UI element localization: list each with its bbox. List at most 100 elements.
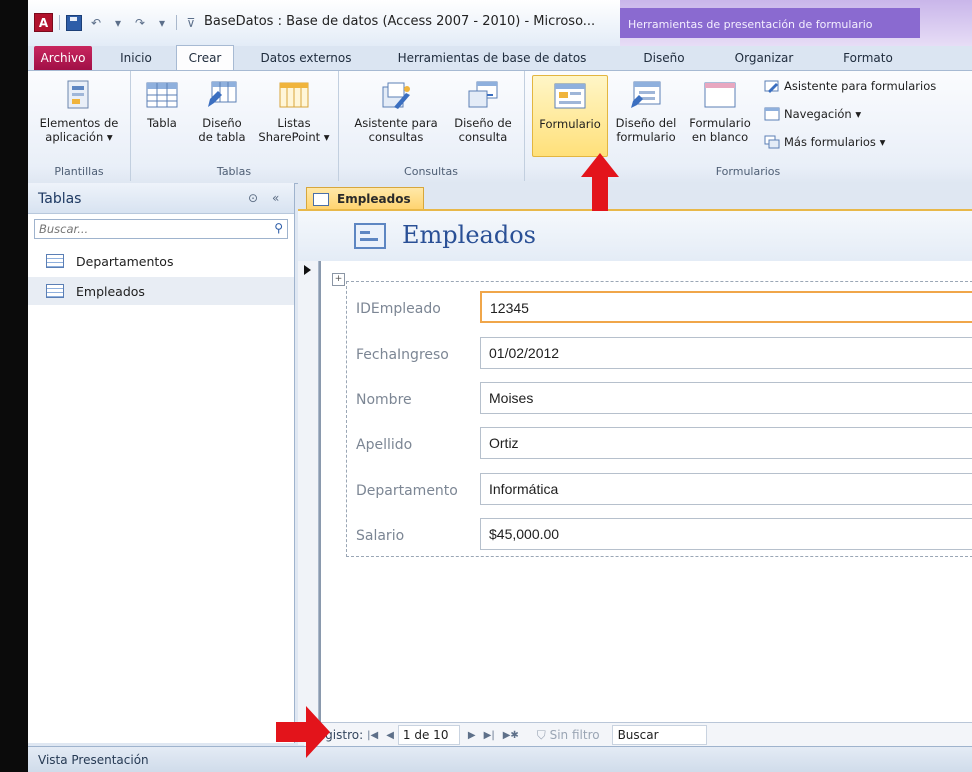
title-bar: A ↶ ▾ ↷ ▾ ⊽ BaseDatos : Base de datos (A… <box>28 0 972 47</box>
blank-form-icon <box>703 79 737 111</box>
tab-datos-externos[interactable]: Datos externos <box>252 46 360 70</box>
window-title: BaseDatos : Base de datos (Access 2007 -… <box>204 14 596 29</box>
collapse-pane-icon[interactable]: « <box>272 191 279 205</box>
form-design-button[interactable]: Diseño del formulario <box>610 75 682 144</box>
tab-herramientas-base-datos[interactable]: Herramientas de base de datos <box>382 46 602 70</box>
last-record-icon[interactable]: ▶| <box>484 730 495 741</box>
form-header: Empleados <box>298 211 972 261</box>
table-icon <box>46 254 64 268</box>
sharepoint-label-1: Listas <box>277 116 311 130</box>
tab-formato[interactable]: Formato <box>834 46 902 70</box>
search-icon[interactable]: ⚲ <box>274 221 283 235</box>
form-design-icon <box>629 79 663 111</box>
more-forms-button[interactable]: Más formularios ▾ <box>764 135 885 149</box>
group-tablas: Tabla Diseño de tabla Listas SharePoint … <box>130 71 339 181</box>
previous-record-icon[interactable]: ◀ <box>386 730 394 741</box>
redo-dropdown-icon[interactable]: ▾ <box>154 15 170 31</box>
field-label-fechaingreso: FechaIngreso <box>356 347 449 363</box>
fechaingreso-input[interactable] <box>481 338 967 368</box>
field-apellido <box>480 427 972 459</box>
sharepoint-lists-button[interactable]: Listas SharePoint ▾ <box>252 75 336 144</box>
red-arrow-right-icon <box>276 706 330 758</box>
tab-archivo[interactable]: Archivo <box>34 46 92 70</box>
status-bar: Vista Presentación <box>28 746 972 772</box>
form-icon <box>553 80 587 112</box>
form-button[interactable]: Formulario <box>532 75 608 157</box>
nombre-input[interactable] <box>481 383 967 413</box>
undo-dropdown-icon[interactable]: ▾ <box>110 15 126 31</box>
undo-icon[interactable]: ↶ <box>88 15 104 31</box>
table-button[interactable]: Tabla <box>138 75 186 130</box>
query-design-label-1: Diseño de <box>454 116 512 130</box>
app-parts-button[interactable]: Elementos de aplicación ▾ <box>32 75 126 144</box>
nav-item-label: Empleados <box>76 283 145 299</box>
app-parts-icon <box>62 79 96 111</box>
departamento-input[interactable] <box>481 474 967 504</box>
nav-item-empleados[interactable]: Empleados <box>28 277 294 305</box>
query-design-button[interactable]: Diseño de consulta <box>446 75 520 144</box>
customize-qat-icon[interactable]: ⊽ <box>183 15 199 31</box>
field-departamento <box>480 473 972 505</box>
field-label-apellido: Apellido <box>356 437 413 453</box>
tab-crear[interactable]: Crear <box>176 45 234 71</box>
document-area: Empleados Empleados + IDEmpleado FechaIn… <box>298 183 972 745</box>
salario-input[interactable] <box>481 519 967 549</box>
record-search-input[interactable]: Buscar <box>611 725 707 745</box>
form-design-label-2: formulario <box>616 130 676 144</box>
nav-menu-dropdown-icon[interactable]: ⊙ <box>248 191 258 205</box>
field-idempleado <box>480 291 972 323</box>
current-record-box[interactable]: 1 de 10 <box>397 725 460 745</box>
field-label-salario: Salario <box>356 528 405 544</box>
layout-move-handle-icon[interactable]: + <box>332 273 345 286</box>
blank-form-label-2: en blanco <box>691 130 749 144</box>
table-icon <box>145 79 179 111</box>
tab-organizar[interactable]: Organizar <box>726 46 802 70</box>
field-fechaingreso <box>480 337 972 369</box>
query-wizard-label-2: consultas <box>368 130 424 144</box>
group-label-tablas: Tablas <box>216 165 252 178</box>
document-tab-empleados[interactable]: Empleados <box>306 187 424 210</box>
record-selector[interactable] <box>298 261 319 745</box>
nav-pane-title: Tablas <box>38 191 82 207</box>
form-icon <box>313 192 329 206</box>
table-design-button[interactable]: Diseño de tabla <box>192 75 252 144</box>
nav-item-departamentos[interactable]: Departamentos <box>28 247 294 275</box>
blank-form-button[interactable]: Formulario en blanco <box>684 75 756 144</box>
next-record-icon[interactable]: ▶ <box>468 730 476 741</box>
first-record-icon[interactable]: |◀ <box>367 730 378 741</box>
navigation-button[interactable]: Navegación ▾ <box>764 107 861 121</box>
table-design-icon <box>205 79 239 111</box>
navigation-icon <box>764 107 780 121</box>
field-label-nombre: Nombre <box>356 392 412 408</box>
form-wizard-label: Asistente para formularios <box>784 79 937 93</box>
new-record-icon[interactable]: ▶✱ <box>503 730 519 741</box>
apellido-input[interactable] <box>481 428 967 458</box>
navigation-label: Navegación ▾ <box>784 107 862 121</box>
ribbon: Elementos de aplicación ▾ Plantillas Tab… <box>28 70 972 184</box>
query-design-icon <box>466 79 500 111</box>
save-icon[interactable] <box>66 14 82 31</box>
nav-search-input[interactable] <box>35 220 263 238</box>
form-wizard-icon <box>764 79 780 93</box>
tab-inicio[interactable]: Inicio <box>108 46 164 70</box>
table-design-label-1: Diseño <box>202 116 242 130</box>
query-wizard-button[interactable]: Asistente para consultas <box>348 75 444 144</box>
form-body: Empleados + IDEmpleado FechaIngreso Nomb… <box>298 209 972 745</box>
access-app-icon[interactable]: A <box>34 13 53 32</box>
blank-form-label-1: Formulario <box>689 116 751 130</box>
tab-diseno[interactable]: Diseño <box>636 46 692 70</box>
qat-separator <box>59 15 60 30</box>
navigation-pane: Tablas ⊙ « ⚲ Departamentos Empleados <box>28 183 295 743</box>
form-header-icon <box>354 223 386 249</box>
group-label-consultas: Consultas <box>404 165 458 178</box>
form-wizard-button[interactable]: Asistente para formularios <box>764 79 936 93</box>
app-parts-label-2: aplicación ▾ <box>45 130 113 144</box>
red-arrow-up-icon <box>581 153 619 211</box>
group-consultas: Asistente para consultas Diseño de consu… <box>338 71 525 181</box>
idempleado-input[interactable] <box>482 293 968 323</box>
form-title[interactable]: Empleados <box>402 221 536 249</box>
filter-toggle[interactable]: ⛉ Sin filtro <box>537 728 600 743</box>
nav-pane-header[interactable]: Tablas ⊙ « <box>28 183 294 214</box>
redo-icon[interactable]: ↷ <box>132 15 148 31</box>
field-label-idempleado: IDEmpleado <box>356 301 441 317</box>
